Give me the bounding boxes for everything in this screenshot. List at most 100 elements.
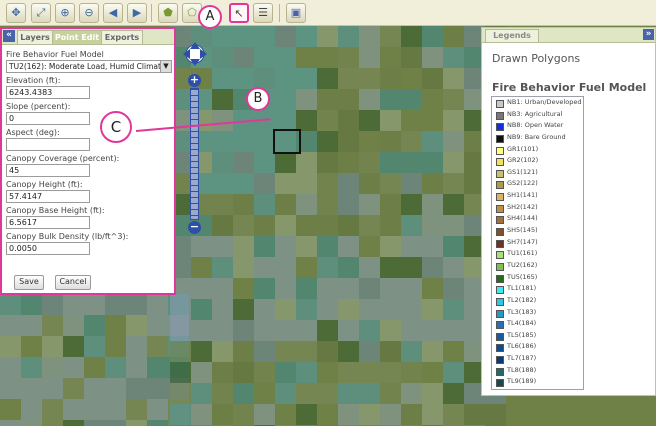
collapse-right-button[interactable]: »: [643, 29, 654, 40]
legend-swatch: [496, 309, 504, 318]
map-tile: [212, 383, 233, 404]
map-tile: [254, 236, 275, 257]
map-tile: [233, 194, 254, 215]
map-tile: [296, 236, 317, 257]
map-tile: [275, 341, 296, 362]
cancel-button[interactable]: Cancel: [55, 275, 91, 290]
pan-icon[interactable]: ✥: [6, 3, 26, 23]
legend-label: TL2(182): [507, 295, 537, 304]
legend-item: GS1(121): [492, 167, 583, 179]
legend-item: TL7(187): [492, 353, 583, 365]
legend-item: GR1(101): [492, 144, 583, 156]
legend-swatch: [496, 228, 504, 237]
map-tile: [380, 383, 401, 404]
canopy-cover-field[interactable]: 45: [6, 164, 90, 177]
zoom-out-icon[interactable]: ⊖: [79, 3, 99, 23]
map-tile: [212, 89, 233, 110]
tab-legends[interactable]: Legends: [485, 29, 539, 42]
canopy-base-label: Canopy Base Height (ft):: [6, 206, 105, 215]
map-tile: [212, 320, 233, 341]
map-tile: [126, 294, 147, 315]
map-tile: [401, 257, 422, 278]
zoom-track[interactable]: [190, 88, 199, 220]
map-tile: [0, 336, 21, 357]
collapse-left-button[interactable]: «: [3, 30, 15, 42]
map-tile: [254, 362, 275, 383]
callout-b: B: [246, 87, 270, 111]
zoom-extent-icon[interactable]: ⤢: [31, 3, 51, 23]
map-tile: [170, 299, 191, 320]
map-tile: [254, 341, 275, 362]
legend-label: GS1(121): [507, 167, 538, 176]
map-tile: [338, 194, 359, 215]
map-tile: [422, 215, 443, 236]
zoom-out-button[interactable]: −: [188, 221, 201, 234]
map-tile: [443, 278, 464, 299]
map-tile: [443, 404, 464, 425]
map-tile: [254, 68, 275, 89]
map-tile: [275, 320, 296, 341]
map-tile: [338, 383, 359, 404]
fuel-model-select[interactable]: TU2(162): Moderate Load, Humid Climate T…: [6, 60, 172, 73]
map-tile: [422, 236, 443, 257]
map-tile: [464, 404, 485, 425]
canopy-height-field[interactable]: 57.4147: [6, 190, 90, 203]
map-tile: [275, 383, 296, 404]
legend-title: Drawn Polygons: [492, 52, 581, 65]
map-tile: [401, 341, 422, 362]
canopy-bulk-field[interactable]: 0.0050: [6, 242, 90, 255]
map-tile: [359, 89, 380, 110]
zoom-in-icon[interactable]: ⊕: [55, 3, 75, 23]
map-tile: [212, 236, 233, 257]
select-arrow-icon[interactable]: ↖: [229, 3, 249, 23]
legend-swatch: [496, 123, 504, 132]
chevron-down-icon[interactable]: ▼: [160, 61, 171, 72]
map-tile: [147, 336, 168, 357]
drawn-polygons-icon[interactable]: ⬟: [158, 3, 178, 23]
legend-label: GS2(122): [507, 179, 538, 188]
map-tile: [233, 215, 254, 236]
map-tile: [401, 236, 422, 257]
map-tile: [359, 257, 380, 278]
map-tile: [233, 299, 254, 320]
slope-field[interactable]: 0: [6, 112, 90, 125]
zoom-next-icon[interactable]: ▶: [127, 3, 147, 23]
tab-layers[interactable]: Layers: [17, 30, 53, 44]
zoom-in-button[interactable]: +: [188, 74, 201, 87]
map-tile: [63, 420, 84, 426]
legend-swatch: [496, 321, 504, 330]
callout-c: C: [100, 111, 132, 143]
map-tile: [380, 173, 401, 194]
elevation-field[interactable]: 6243.4383: [6, 86, 90, 99]
zoom-slider[interactable]: + −: [188, 74, 201, 236]
tab-point-edit[interactable]: Point Edit: [52, 30, 102, 44]
map-tile: [191, 257, 212, 278]
attribute-table-icon[interactable]: ☰: [253, 3, 273, 23]
map-tile: [380, 215, 401, 236]
map-tile: [422, 47, 443, 68]
legend-item: SH5(145): [492, 225, 583, 237]
map-tile: [275, 362, 296, 383]
legend-label: SH7(147): [507, 237, 538, 246]
map-tile: [212, 194, 233, 215]
save-map-icon[interactable]: ▣: [286, 3, 306, 23]
map-tile: [443, 131, 464, 152]
map-tile: [275, 278, 296, 299]
aspect-field[interactable]: [6, 138, 90, 151]
map-tile: [401, 26, 422, 47]
legend-swatch: [496, 146, 504, 155]
legend-item: TL6(186): [492, 341, 583, 353]
tab-exports[interactable]: Exports: [101, 30, 143, 44]
pan-control[interactable]: [182, 41, 208, 67]
legend-label: TU5(165): [507, 272, 538, 281]
map-tile: [63, 399, 84, 420]
map-tile: [443, 236, 464, 257]
save-button[interactable]: Save: [14, 275, 44, 290]
map-tile: [212, 215, 233, 236]
map-tile: [338, 341, 359, 362]
map-tile: [317, 257, 338, 278]
selected-polygon[interactable]: [273, 129, 301, 154]
canopy-base-field[interactable]: 6.5617: [6, 216, 90, 229]
map-tile: [443, 215, 464, 236]
zoom-previous-icon[interactable]: ◀: [103, 3, 123, 23]
